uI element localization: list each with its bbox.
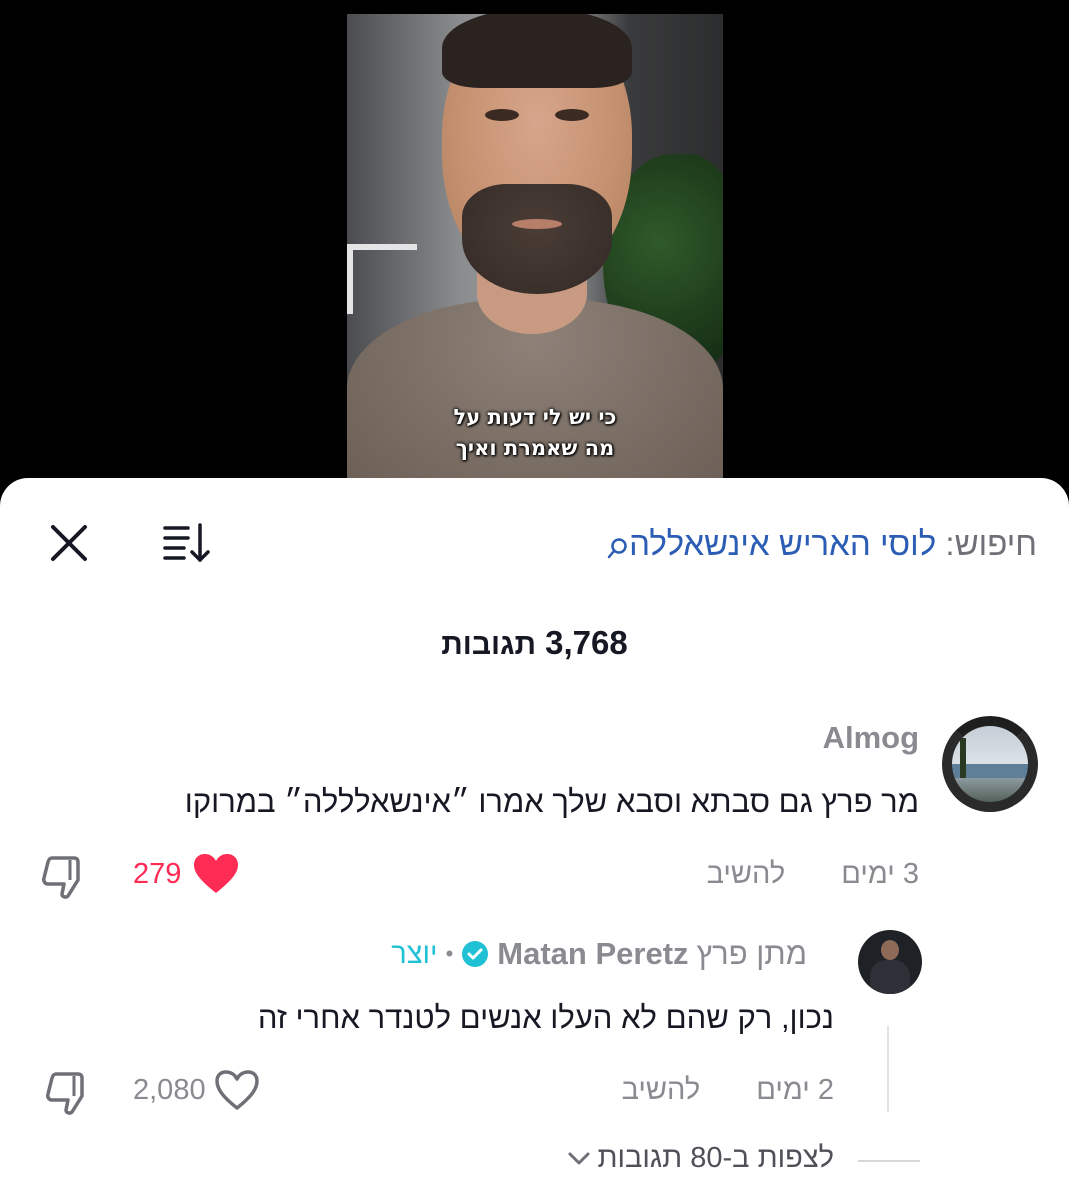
avatar-head	[881, 940, 899, 960]
comments-count-label: תגובות	[441, 628, 536, 661]
comment-time: 3 ימים	[841, 858, 919, 890]
reply-button[interactable]: להשיב	[707, 858, 786, 890]
search-query[interactable]: לוסי האריש אינשאללה	[629, 525, 936, 562]
separator-dot: •	[445, 941, 454, 966]
view-more-divider	[858, 1160, 920, 1162]
video-beard	[462, 184, 612, 294]
thumbs-down-icon	[42, 856, 80, 899]
video-caption-line-2: מה שאמרת ואיך	[455, 436, 615, 460]
search-icon	[607, 526, 629, 570]
video-bed-frame	[347, 244, 417, 314]
heart-outline-icon	[214, 1070, 259, 1110]
comments-sheet: חיפוש: לוסי האריש אינשאללה 3,768 תגובות …	[0, 478, 1069, 1200]
search-prefix: חיפוש:	[945, 525, 1037, 562]
video-caption-line-1: כי יש לי דעות על	[453, 405, 617, 429]
video-frame[interactable]: כי יש לי דעות על מה שאמרת ואיך	[347, 14, 723, 484]
thumbs-down-icon	[46, 1072, 84, 1115]
comment-text: מר פרץ גם סבתא וסבא שלך אמרו ״אינשאלללה״…	[184, 784, 919, 819]
reply-author-hebrew[interactable]: מתן פרץ	[697, 936, 807, 972]
reply-time: 2 ימים	[756, 1074, 834, 1106]
video-area[interactable]: כי יש לי דעות על מה שאמרת ואיך	[0, 0, 1069, 500]
reply-dislike-button[interactable]	[44, 1070, 92, 1116]
avatar-body	[870, 960, 910, 994]
reply-to-reply-button[interactable]: להשיב	[622, 1074, 701, 1106]
video-eye-left	[485, 109, 519, 121]
video-eye-right	[555, 109, 589, 121]
heart-filled-icon	[194, 854, 239, 893]
video-hair	[442, 14, 632, 88]
close-button[interactable]	[48, 522, 90, 564]
like-button[interactable]: 279	[133, 853, 239, 895]
comment-meta: 3 ימים להשיב	[707, 858, 919, 891]
creator-avatar[interactable]	[858, 930, 922, 994]
search-query-link[interactable]: חיפוש: לוסי האריש אינשאללה	[607, 522, 1037, 570]
close-icon	[51, 525, 87, 561]
comments-count-number: 3,768	[545, 624, 628, 661]
video-caption: כי יש לי דעות על מה שאמרת ואיך	[347, 402, 723, 464]
avatar-frame	[942, 716, 1038, 812]
thread-line	[887, 1026, 889, 1112]
sort-icon	[163, 523, 210, 562]
dislike-button[interactable]	[40, 854, 88, 900]
view-more-label: לצפות ב-80 תגובות	[597, 1142, 834, 1174]
reply-like-count: 2,080	[133, 1073, 206, 1106]
avatar[interactable]	[942, 716, 1038, 812]
reply-author-row[interactable]: מתן פרץ Matan Peretz • יוצר	[391, 936, 807, 972]
view-more-replies-button[interactable]: לצפות ב-80 תגובות	[567, 1142, 834, 1175]
reply-text: נכון, רק שהם לא העלו אנשים לטנדר אחרי זה	[257, 1000, 834, 1035]
video-mouth	[512, 219, 562, 229]
reply-author-latin[interactable]: Matan Peretz	[497, 936, 688, 972]
chevron-down-icon	[568, 1152, 590, 1164]
comments-count: 3,768 תגובות	[0, 624, 1069, 662]
reply-meta: 2 ימים להשיב	[622, 1074, 834, 1107]
creator-badge: יוצר	[391, 937, 438, 970]
like-count: 279	[133, 857, 182, 890]
sort-button[interactable]	[162, 522, 212, 564]
verified-icon	[461, 940, 489, 968]
reply-like-button[interactable]: 2,080	[133, 1069, 260, 1111]
comment-author[interactable]: Almog	[823, 720, 919, 756]
